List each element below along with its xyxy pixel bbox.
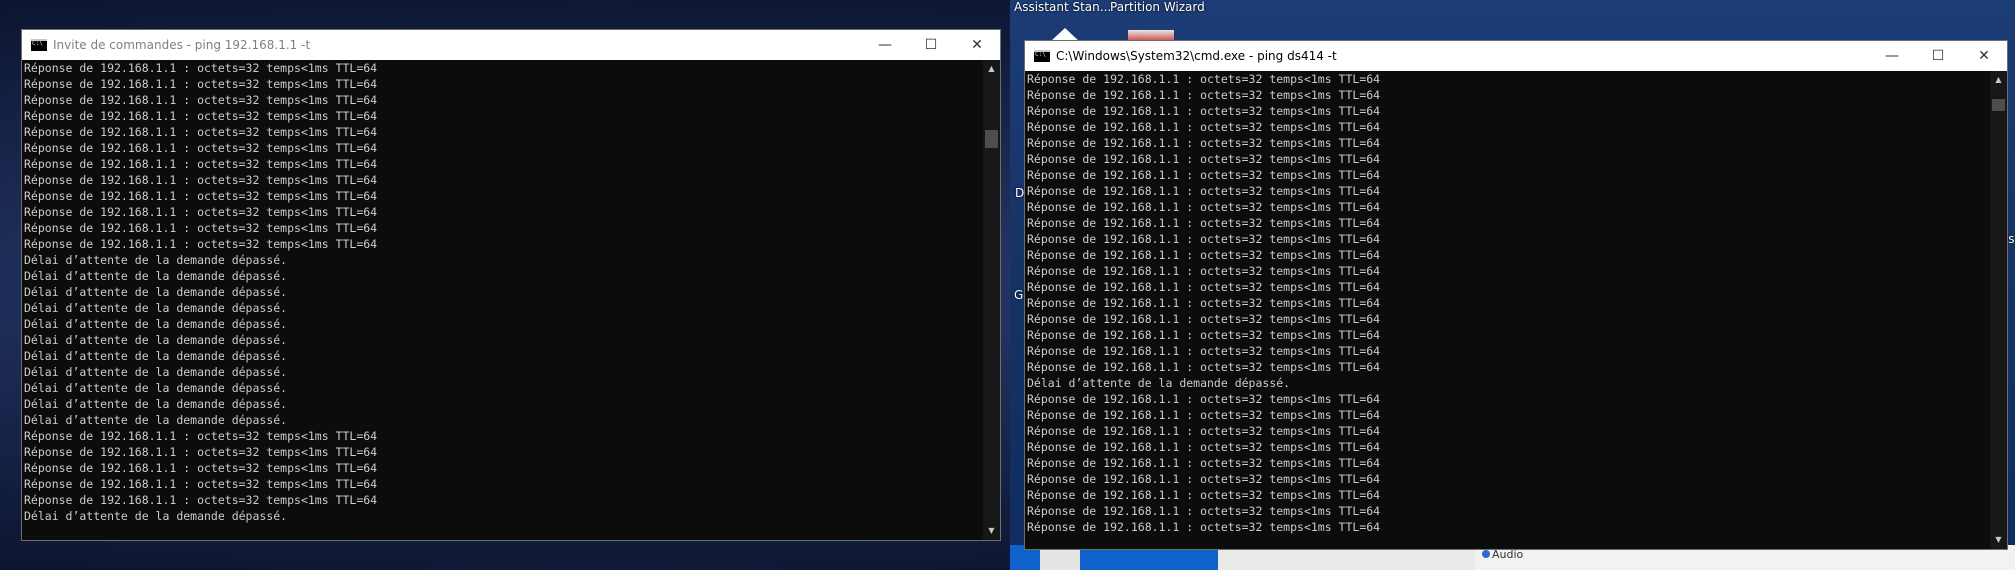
right-window-title: C:\Windows\System32\cmd.exe - ping ds414… <box>1056 49 1337 63</box>
right-window-controls: — ☐ ✕ <box>1869 41 2007 71</box>
console-line: Réponse de 192.168.1.1 : octets=32 temps… <box>1027 136 1381 150</box>
console-line: Réponse de 192.168.1.1 : octets=32 temps… <box>1027 168 1381 182</box>
console-line: Réponse de 192.168.1.1 : octets=32 temps… <box>1027 88 1381 102</box>
console-line: Délai d’attente de la demande dépassé. <box>24 285 288 299</box>
cmd-icon <box>1034 50 1050 62</box>
right-console-window[interactable]: C:\Windows\System32\cmd.exe - ping ds414… <box>1024 40 2008 550</box>
left-console-scrollbar[interactable]: ▲ ▼ <box>983 60 1000 540</box>
console-line: Réponse de 192.168.1.1 : octets=32 temps… <box>1027 120 1381 134</box>
console-line: Délai d’attente de la demande dépassé. <box>24 509 288 523</box>
minimize-button[interactable]: — <box>1869 41 1915 71</box>
maximize-button[interactable]: ☐ <box>908 30 954 60</box>
right-window-titlebar[interactable]: C:\Windows\System32\cmd.exe - ping ds414… <box>1025 41 2007 71</box>
console-line: Réponse de 192.168.1.1 : octets=32 temps… <box>24 189 378 203</box>
console-line: Réponse de 192.168.1.1 : octets=32 temps… <box>24 221 378 235</box>
right-console-scrollbar[interactable]: ▲ ▼ <box>1990 71 2007 549</box>
audio-icon <box>1482 550 1490 558</box>
console-line: Réponse de 192.168.1.1 : octets=32 temps… <box>1027 328 1381 342</box>
scroll-down-arrow-icon[interactable]: ▼ <box>1990 533 2007 547</box>
console-line: Délai d’attente de la demande dépassé. <box>24 269 288 283</box>
console-line: Délai d’attente de la demande dépassé. <box>1027 376 1291 390</box>
left-window-controls: — ☐ ✕ <box>862 30 1000 60</box>
console-line: Réponse de 192.168.1.1 : octets=32 temps… <box>1027 424 1381 438</box>
console-line: Réponse de 192.168.1.1 : octets=32 temps… <box>1027 504 1381 518</box>
console-line: Réponse de 192.168.1.1 : octets=32 temps… <box>24 237 378 251</box>
console-line: Réponse de 192.168.1.1 : octets=32 temps… <box>1027 152 1381 166</box>
scroll-up-arrow-icon[interactable]: ▲ <box>1990 73 2007 87</box>
console-line: Réponse de 192.168.1.1 : octets=32 temps… <box>1027 312 1381 326</box>
console-line: Réponse de 192.168.1.1 : octets=32 temps… <box>24 445 378 459</box>
console-line: Réponse de 192.168.1.1 : octets=32 temps… <box>24 205 378 219</box>
console-line: Réponse de 192.168.1.1 : octets=32 temps… <box>1027 200 1381 214</box>
console-line: Réponse de 192.168.1.1 : octets=32 temps… <box>1027 232 1381 246</box>
console-line: Réponse de 192.168.1.1 : octets=32 temps… <box>24 141 378 155</box>
console-line: Réponse de 192.168.1.1 : octets=32 temps… <box>1027 296 1381 310</box>
console-line: Délai d’attente de la demande dépassé. <box>24 413 288 427</box>
console-line: Délai d’attente de la demande dépassé. <box>24 317 288 331</box>
console-line: Délai d’attente de la demande dépassé. <box>24 333 288 347</box>
console-line: Réponse de 192.168.1.1 : octets=32 temps… <box>24 493 378 507</box>
maximize-button[interactable]: ☐ <box>1915 41 1961 71</box>
desktop-fragment-d: D <box>1015 186 1025 200</box>
console-line: Réponse de 192.168.1.1 : octets=32 temps… <box>1027 488 1381 502</box>
close-button[interactable]: ✕ <box>1961 41 2007 71</box>
console-line: Réponse de 192.168.1.1 : octets=32 temps… <box>24 157 378 171</box>
desktop-shortcut-assistant[interactable]: Assistant Stan... <box>1014 0 1111 14</box>
console-line: Réponse de 192.168.1.1 : octets=32 temps… <box>24 61 378 75</box>
left-window-title: Invite de commandes - ping 192.168.1.1 -… <box>53 38 311 52</box>
console-line: Réponse de 192.168.1.1 : octets=32 temps… <box>1027 440 1381 454</box>
console-line: Réponse de 192.168.1.1 : octets=32 temps… <box>24 109 378 123</box>
console-line: Réponse de 192.168.1.1 : octets=32 temps… <box>1027 520 1381 534</box>
left-console-window[interactable]: Invite de commandes - ping 192.168.1.1 -… <box>21 29 1001 541</box>
console-line: Réponse de 192.168.1.1 : octets=32 temps… <box>1027 472 1381 486</box>
scroll-thumb[interactable] <box>1992 99 2005 111</box>
console-line: Réponse de 192.168.1.1 : octets=32 temps… <box>24 173 378 187</box>
desktop-shortcut-partition-wizard[interactable]: Partition Wizard <box>1110 0 1205 14</box>
console-line: Réponse de 192.168.1.1 : octets=32 temps… <box>1027 392 1381 406</box>
cmd-icon <box>31 39 47 51</box>
console-line: Délai d’attente de la demande dépassé. <box>24 397 288 411</box>
console-line: Réponse de 192.168.1.1 : octets=32 temps… <box>1027 72 1381 86</box>
console-line: Réponse de 192.168.1.1 : octets=32 temps… <box>1027 360 1381 374</box>
right-console-output[interactable]: Réponse de 192.168.1.1 : octets=32 temps… <box>1025 71 1989 549</box>
console-line: Réponse de 192.168.1.1 : octets=32 temps… <box>1027 184 1381 198</box>
minimize-button[interactable]: — <box>862 30 908 60</box>
close-button[interactable]: ✕ <box>954 30 1000 60</box>
console-line: Réponse de 192.168.1.1 : octets=32 temps… <box>1027 280 1381 294</box>
desktop-fragment-g: G <box>1014 288 1024 302</box>
console-line: Délai d’attente de la demande dépassé. <box>24 381 288 395</box>
scroll-up-arrow-icon[interactable]: ▲ <box>983 62 1000 76</box>
console-line: Réponse de 192.168.1.1 : octets=32 temps… <box>1027 408 1381 422</box>
console-line: Réponse de 192.168.1.1 : octets=32 temps… <box>1027 248 1381 262</box>
console-line: Réponse de 192.168.1.1 : octets=32 temps… <box>24 125 378 139</box>
console-line: Réponse de 192.168.1.1 : octets=32 temps… <box>24 461 378 475</box>
console-line: Réponse de 192.168.1.1 : octets=32 temps… <box>1027 216 1381 230</box>
scroll-thumb[interactable] <box>985 130 998 148</box>
console-line: Réponse de 192.168.1.1 : octets=32 temps… <box>1027 264 1381 278</box>
console-line: Réponse de 192.168.1.1 : octets=32 temps… <box>1027 104 1381 118</box>
console-line: Délai d’attente de la demande dépassé. <box>24 365 288 379</box>
console-line: Délai d’attente de la demande dépassé. <box>24 253 288 267</box>
console-line: Réponse de 192.168.1.1 : octets=32 temps… <box>24 429 378 443</box>
console-line: Délai d’attente de la demande dépassé. <box>24 301 288 315</box>
left-window-titlebar[interactable]: Invite de commandes - ping 192.168.1.1 -… <box>22 30 1000 60</box>
console-line: Délai d’attente de la demande dépassé. <box>24 349 288 363</box>
console-line: Réponse de 192.168.1.1 : octets=32 temps… <box>1027 456 1381 470</box>
console-line: Réponse de 192.168.1.1 : octets=32 temps… <box>24 93 378 107</box>
console-line: Réponse de 192.168.1.1 : octets=32 temps… <box>24 477 378 491</box>
scroll-down-arrow-icon[interactable]: ▼ <box>983 524 1000 538</box>
left-console-output[interactable]: Réponse de 192.168.1.1 : octets=32 temps… <box>22 60 982 540</box>
console-line: Réponse de 192.168.1.1 : octets=32 temps… <box>1027 344 1381 358</box>
console-line: Réponse de 192.168.1.1 : octets=32 temps… <box>24 77 378 91</box>
